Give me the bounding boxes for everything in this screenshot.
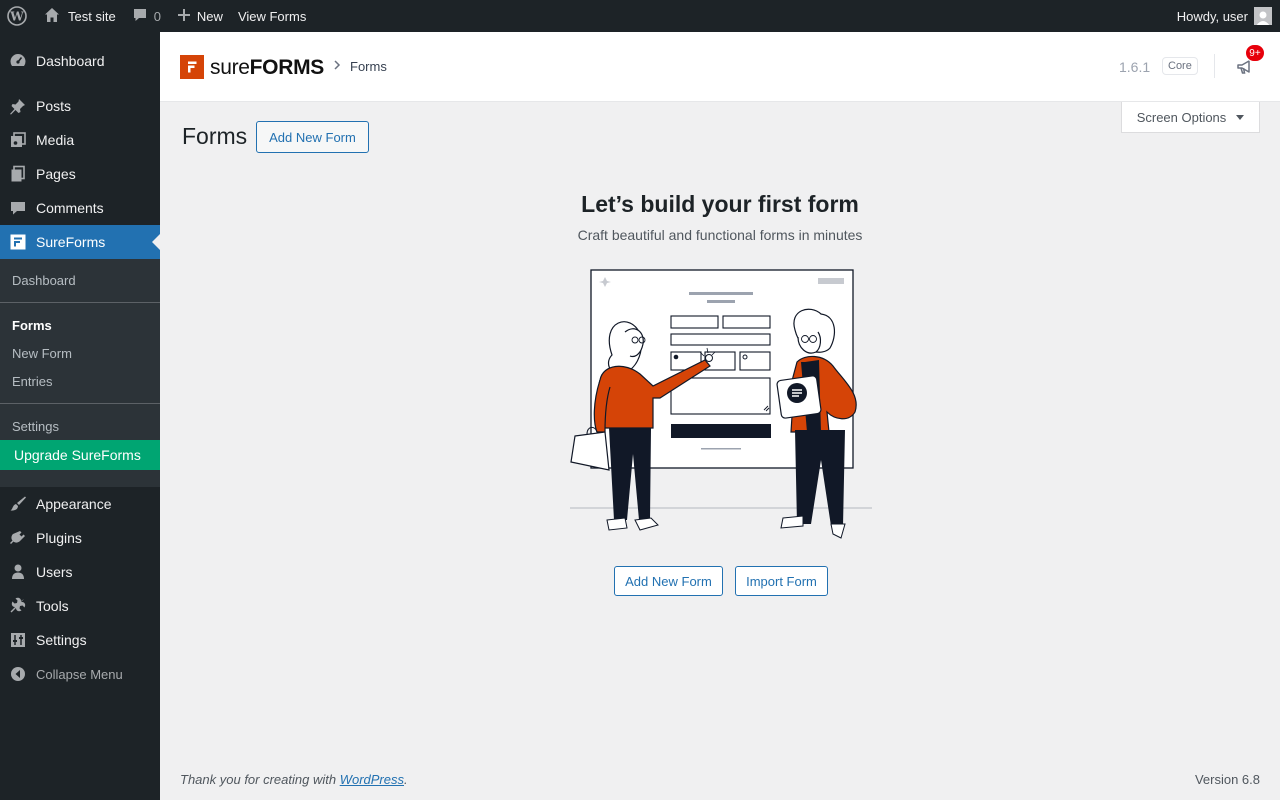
header-divider [1214, 54, 1215, 78]
footer-thanks-suffix: . [404, 772, 408, 787]
users-icon [8, 563, 28, 581]
sidebar-item-label: Comments [36, 200, 104, 216]
add-new-form-button-empty[interactable]: Add New Form [614, 566, 723, 596]
comments-icon [8, 199, 28, 217]
screen-options-button[interactable]: Screen Options [1121, 102, 1260, 133]
avatar [1254, 7, 1272, 25]
collapse-menu-button[interactable]: Collapse Menu [0, 657, 160, 691]
wordpress-link[interactable]: WordPress [340, 772, 404, 787]
sidebar-item-users[interactable]: Users [0, 555, 160, 589]
new-content-link[interactable]: New [169, 0, 231, 32]
plugin-icon [8, 529, 28, 547]
submenu-item-new-form[interactable]: New Form [0, 339, 160, 367]
submenu-item-settings[interactable]: Settings [0, 412, 160, 440]
sidebar-item-appearance[interactable]: Appearance [0, 487, 160, 521]
wrench-icon [8, 597, 28, 615]
sidebar-item-label: SureForms [36, 234, 106, 250]
submenu-divider [0, 403, 160, 404]
footer-version: Version 6.8 [1194, 772, 1260, 787]
plus-icon [177, 8, 191, 25]
comment-bubble-icon [132, 7, 148, 26]
sidebar-item-pages[interactable]: Pages [0, 157, 160, 191]
footer-thanks: Thank you for creating with WordPress. [180, 772, 408, 787]
settings-icon [8, 631, 28, 649]
breadcrumb-forms[interactable]: Forms [350, 59, 387, 74]
site-name: Test site [68, 8, 116, 24]
collapse-menu-label: Collapse Menu [36, 666, 123, 682]
howdy-text: Howdy, user [1176, 8, 1248, 24]
dashboard-icon [8, 52, 28, 70]
brand-sure-text: sure [210, 55, 250, 79]
comments-link[interactable]: 0 [124, 0, 169, 32]
sidebar-item-label: Users [36, 564, 73, 580]
wordpress-logo-icon[interactable]: W [0, 0, 34, 32]
submenu-divider [0, 302, 160, 303]
collapse-arrow-icon [8, 665, 28, 683]
empty-state-title: Let’s build your first form [581, 191, 859, 217]
sidebar-item-media[interactable]: Media [0, 123, 160, 157]
account-menu[interactable]: Howdy, user [1177, 0, 1272, 32]
empty-state-subtitle: Craft beautiful and functional forms in … [577, 227, 863, 243]
brand-forms-text: FORMS [249, 55, 325, 79]
sidebar-item-label: Pages [36, 166, 76, 182]
sidebar-item-tools[interactable]: Tools [0, 589, 160, 623]
media-icon [8, 131, 28, 149]
brush-icon [8, 495, 28, 513]
sureforms-submenu: Dashboard Forms New Form Entries Setting… [0, 259, 160, 470]
sidebar-item-label: Tools [36, 598, 69, 614]
empty-state-illustration [565, 262, 875, 547]
pages-icon [8, 165, 28, 183]
sidebar-item-comments[interactable]: Comments [0, 191, 160, 225]
new-label: New [196, 8, 223, 24]
core-badge: Core [1162, 57, 1198, 75]
sidebar-item-label: Dashboard [36, 53, 105, 69]
admin-bar: W Test site 0 New View Forms Howdy, user [0, 0, 1280, 32]
sureforms-header: sureFORMS Forms 1.6.1 Core 9+ [160, 32, 1280, 102]
upgrade-sureforms-link[interactable]: Upgrade SureForms [0, 440, 160, 470]
sidebar-item-label: Posts [36, 98, 72, 114]
comments-count: 0 [153, 8, 161, 24]
sureforms-logo[interactable]: sureFORMS [180, 55, 324, 79]
page-title: Forms [182, 123, 248, 149]
sureforms-wordmark: sureFORMS [210, 57, 324, 78]
screen-options-label: Screen Options [1136, 109, 1227, 125]
sureforms-icon [8, 233, 28, 251]
admin-sidebar: Dashboard Posts Media Pages Comments Sur… [0, 32, 160, 800]
sidebar-item-posts[interactable]: Posts [0, 89, 160, 123]
footer-thanks-text: Thank you for creating with [180, 772, 340, 787]
sidebar-item-label: Appearance [36, 496, 112, 512]
pin-icon [8, 97, 28, 115]
sidebar-item-label: Media [36, 132, 75, 148]
add-new-form-button[interactable]: Add New Form [256, 121, 369, 153]
submenu-item-dashboard[interactable]: Dashboard [0, 266, 160, 294]
breadcrumb-chevron-icon [332, 58, 342, 74]
site-name-link[interactable]: Test site [34, 0, 124, 32]
svg-text:W: W [9, 10, 24, 24]
submenu-item-forms[interactable]: Forms [0, 311, 160, 339]
sureforms-logo-icon [180, 55, 204, 79]
view-forms-link[interactable]: View Forms [231, 0, 313, 32]
notification-badge: 9+ [1245, 44, 1265, 62]
import-form-button[interactable]: Import Form [735, 566, 828, 596]
home-icon [44, 7, 60, 26]
sidebar-item-sureforms[interactable]: SureForms [0, 225, 160, 259]
sidebar-item-dashboard[interactable]: Dashboard [0, 44, 160, 78]
sidebar-item-label: Plugins [36, 530, 82, 546]
sidebar-item-label: Settings [36, 632, 87, 648]
sidebar-item-settings[interactable]: Settings [0, 623, 160, 657]
caret-down-icon [1236, 114, 1245, 120]
submenu-item-entries[interactable]: Entries [0, 367, 160, 395]
plugin-version: 1.6.1 [1119, 59, 1151, 75]
sidebar-item-plugins[interactable]: Plugins [0, 521, 160, 555]
